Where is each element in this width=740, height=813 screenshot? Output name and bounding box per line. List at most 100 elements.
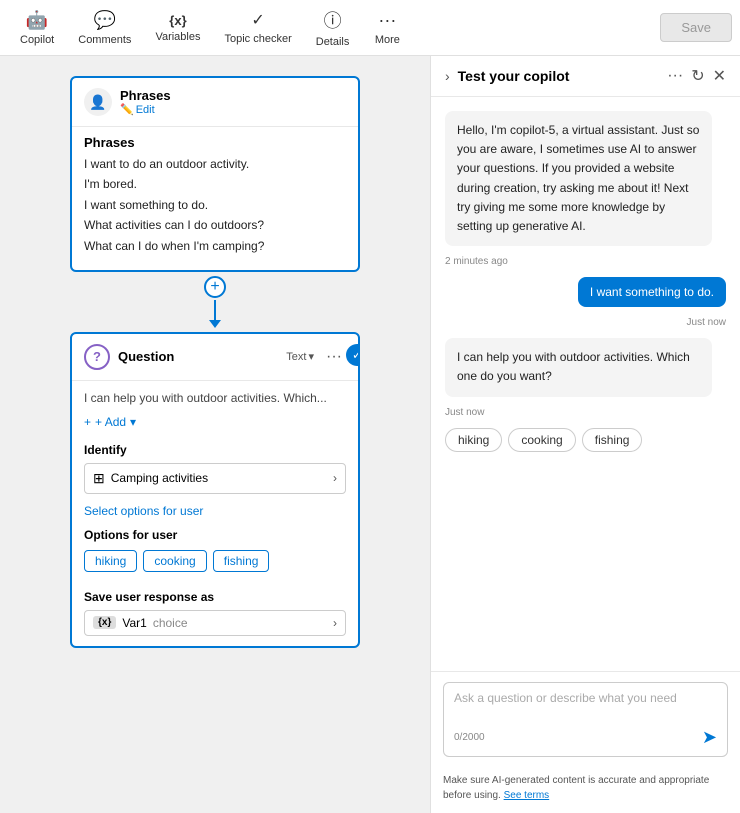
select-options-link[interactable]: Select options for user (84, 504, 346, 518)
quick-replies: hikingcooking fishing (445, 428, 642, 452)
phrases-body-label: Phrases (84, 135, 346, 150)
phrases-header: 👤 Phrases ✏️ Edit (72, 78, 358, 126)
comments-icon: 💬 (94, 10, 116, 31)
phrase-item: What activities can I do outdoors? (84, 215, 346, 235)
question-icon: ? (84, 344, 110, 370)
toolbar: 🤖 Copilot 💬 Comments {x} Variables ✓ Top… (0, 0, 740, 56)
question-body: I can help you with outdoor activities. … (72, 381, 358, 646)
refresh-icon[interactable]: ↻ (691, 66, 704, 86)
identify-value: Camping activities (111, 471, 208, 485)
option-chip[interactable]: cooking (143, 550, 206, 572)
phrases-avatar-icon: 👤 (84, 88, 112, 116)
phrases-body: Phrases I want to do an outdoor activity… (72, 126, 358, 270)
phrases-card: 👤 Phrases ✏️ Edit Phrases I want to do a… (70, 76, 360, 272)
var-chevron-icon: › (333, 616, 337, 630)
test-title: Test your copilot (458, 68, 660, 84)
text-type-badge[interactable]: Text ▾ (286, 350, 314, 363)
message-time: Just now (687, 317, 726, 328)
phrase-item: What can I do when I'm camping? (84, 236, 346, 256)
var-type: choice (153, 616, 188, 630)
var-name: Var1 (122, 616, 146, 630)
save-button[interactable]: Save (660, 13, 732, 42)
toolbar-comments-label: Comments (78, 34, 131, 46)
close-icon[interactable]: ✕ (713, 66, 726, 86)
save-response-label: Save user response as (84, 590, 346, 604)
toolbar-more-label: More (375, 34, 400, 46)
test-icons: ··· ↻ ✕ (667, 66, 726, 86)
option-chip[interactable]: fishing (213, 550, 270, 572)
identify-row[interactable]: ⊞ Camping activities › (84, 463, 346, 494)
identify-row-left: ⊞ Camping activities (93, 470, 208, 487)
test-panel: › Test your copilot ··· ↻ ✕ Hello, I'm c… (430, 56, 740, 813)
check-badge: ✓ (346, 344, 360, 366)
chevron-right-icon: › (333, 471, 337, 485)
question-title: Question (118, 349, 278, 364)
var-row-left: {x} Var1 choice (93, 616, 188, 630)
toolbar-more[interactable]: ··· More (361, 6, 413, 50)
topic-checker-icon: ✓ (251, 10, 264, 30)
bot-message: Hello, I'm copilot-5, a virtual assistan… (445, 111, 712, 246)
user-message: I want something to do. (578, 277, 726, 307)
question-card: ✓ ? Question Text ▾ ··· I can help you w… (70, 332, 360, 648)
disclaimer-text: Make sure AI-generated content is accura… (443, 775, 709, 801)
variables-icon: {x} (169, 13, 186, 28)
add-chevron-icon: ▾ (130, 415, 136, 429)
message-time: Just now (445, 407, 484, 418)
add-node-button[interactable]: + (204, 276, 226, 298)
more-options-button[interactable]: ··· (322, 348, 346, 366)
connector-line (214, 300, 216, 320)
toolbar-copilot[interactable]: 🤖 Copilot (8, 6, 66, 50)
toolbar-variables[interactable]: {x} Variables (143, 9, 212, 47)
char-count: 0/2000 (454, 732, 485, 743)
main-area: 👤 Phrases ✏️ Edit Phrases I want to do a… (0, 56, 740, 813)
chevron-down-icon: ▾ (308, 350, 314, 363)
test-input-box: Ask a question or describe what you need… (443, 682, 728, 757)
phrases-title-wrap: Phrases ✏️ Edit (120, 88, 171, 116)
expand-icon[interactable]: › (445, 68, 450, 84)
toolbar-details[interactable]: ⓘ Details (304, 3, 362, 52)
canvas: 👤 Phrases ✏️ Edit Phrases I want to do a… (0, 56, 430, 813)
var-badge: {x} (93, 616, 116, 629)
toolbar-comments[interactable]: 💬 Comments (66, 6, 143, 50)
phrase-item: I want something to do. (84, 195, 346, 215)
grid-icon: ⊞ (93, 470, 105, 487)
options-label: Options for user (84, 528, 346, 542)
identify-label: Identify (84, 443, 346, 457)
test-header: › Test your copilot ··· ↻ ✕ (431, 56, 740, 97)
quick-reply-chip[interactable]: fishing (582, 428, 643, 452)
test-input-placeholder[interactable]: Ask a question or describe what you need (454, 691, 717, 721)
toolbar-copilot-label: Copilot (20, 34, 54, 46)
message-time: 2 minutes ago (445, 256, 508, 267)
question-preview: I can help you with outdoor activities. … (84, 391, 346, 405)
test-input-footer: 0/2000 ➤ (454, 727, 717, 748)
toolbar-topic-checker-label: Topic checker (224, 33, 291, 45)
question-header: ? Question Text ▾ ··· (72, 334, 358, 381)
option-chip[interactable]: hiking (84, 550, 137, 572)
send-button[interactable]: ➤ (702, 727, 717, 748)
toolbar-details-label: Details (316, 36, 350, 48)
var-row[interactable]: {x} Var1 choice › (84, 610, 346, 636)
phrases-list: I want to do an outdoor activity.I'm bor… (84, 154, 346, 256)
quick-reply-chip[interactable]: hiking (445, 428, 502, 452)
details-icon: ⓘ (324, 7, 342, 33)
connector-arrow (209, 320, 221, 328)
test-messages: Hello, I'm copilot-5, a virtual assistan… (431, 97, 740, 671)
phrase-item: I'm bored. (84, 174, 346, 194)
bot-message: I can help you with outdoor activities. … (445, 338, 712, 396)
copilot-icon: 🤖 (26, 10, 48, 31)
edit-pencil-icon: ✏️ (120, 103, 134, 116)
phrases-edit-button[interactable]: ✏️ Edit (120, 103, 171, 116)
phrases-title: Phrases (120, 88, 171, 103)
toolbar-topic-checker[interactable]: ✓ Topic checker (212, 6, 303, 49)
add-button[interactable]: + + Add ▾ (84, 415, 346, 429)
add-icon: + (84, 415, 91, 429)
see-terms-link[interactable]: See terms (504, 790, 550, 801)
test-input-area: Ask a question or describe what you need… (431, 671, 740, 767)
toolbar-variables-label: Variables (155, 31, 200, 43)
connector: + (204, 276, 226, 328)
disclaimer: Make sure AI-generated content is accura… (431, 767, 740, 813)
more-options-test-button[interactable]: ··· (667, 67, 683, 85)
quick-reply-chip[interactable]: cooking (508, 428, 575, 452)
phrase-item: I want to do an outdoor activity. (84, 154, 346, 174)
options-chips: hiking cooking fishing (84, 550, 346, 580)
